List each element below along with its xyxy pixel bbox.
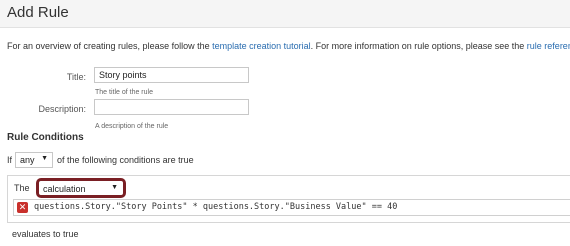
- rule-conditions-title: Rule Conditions: [7, 132, 84, 143]
- condition-type-value: calculation: [43, 184, 86, 194]
- template-tutorial-link[interactable]: template creation tutorial: [212, 41, 311, 51]
- title-input[interactable]: Story points: [94, 67, 249, 83]
- rule-reference-link[interactable]: rule reference: [527, 41, 570, 51]
- expression-input[interactable]: ✕ questions.Story."Story Points" * quest…: [13, 199, 570, 216]
- condition-type-select[interactable]: calculation ▼: [36, 178, 126, 198]
- title-label: Title:: [66, 72, 86, 82]
- evaluates-text: evaluates to true: [12, 229, 79, 239]
- intro-text-middle: . For more information on rule options, …: [310, 41, 527, 51]
- title-help: The title of the rule: [95, 89, 153, 96]
- description-label: Description:: [38, 104, 86, 114]
- if-label: If: [7, 155, 13, 165]
- description-input[interactable]: [94, 99, 249, 115]
- match-type-select[interactable]: any ▼: [15, 152, 53, 168]
- expression-text: questions.Story."Story Points" * questio…: [34, 202, 398, 212]
- intro-text-before: For an overview of creating rules, pleas…: [7, 41, 213, 51]
- match-type-value: any: [20, 155, 35, 165]
- condition-box: The calculation ▼ ✕ questions.Story."Sto…: [7, 175, 570, 223]
- the-label: The: [14, 183, 30, 193]
- chevron-down-icon: ▼: [111, 184, 118, 191]
- page-title: Add Rule: [7, 4, 69, 21]
- match-suffix-text: of the following conditions are true: [57, 155, 194, 165]
- x-error-icon: ✕: [17, 202, 28, 213]
- intro-text: For an overview of creating rules, pleas…: [7, 41, 570, 51]
- page-header: Add Rule: [0, 0, 570, 28]
- chevron-down-icon: ▼: [41, 155, 48, 162]
- description-help: A description of the rule: [95, 123, 169, 130]
